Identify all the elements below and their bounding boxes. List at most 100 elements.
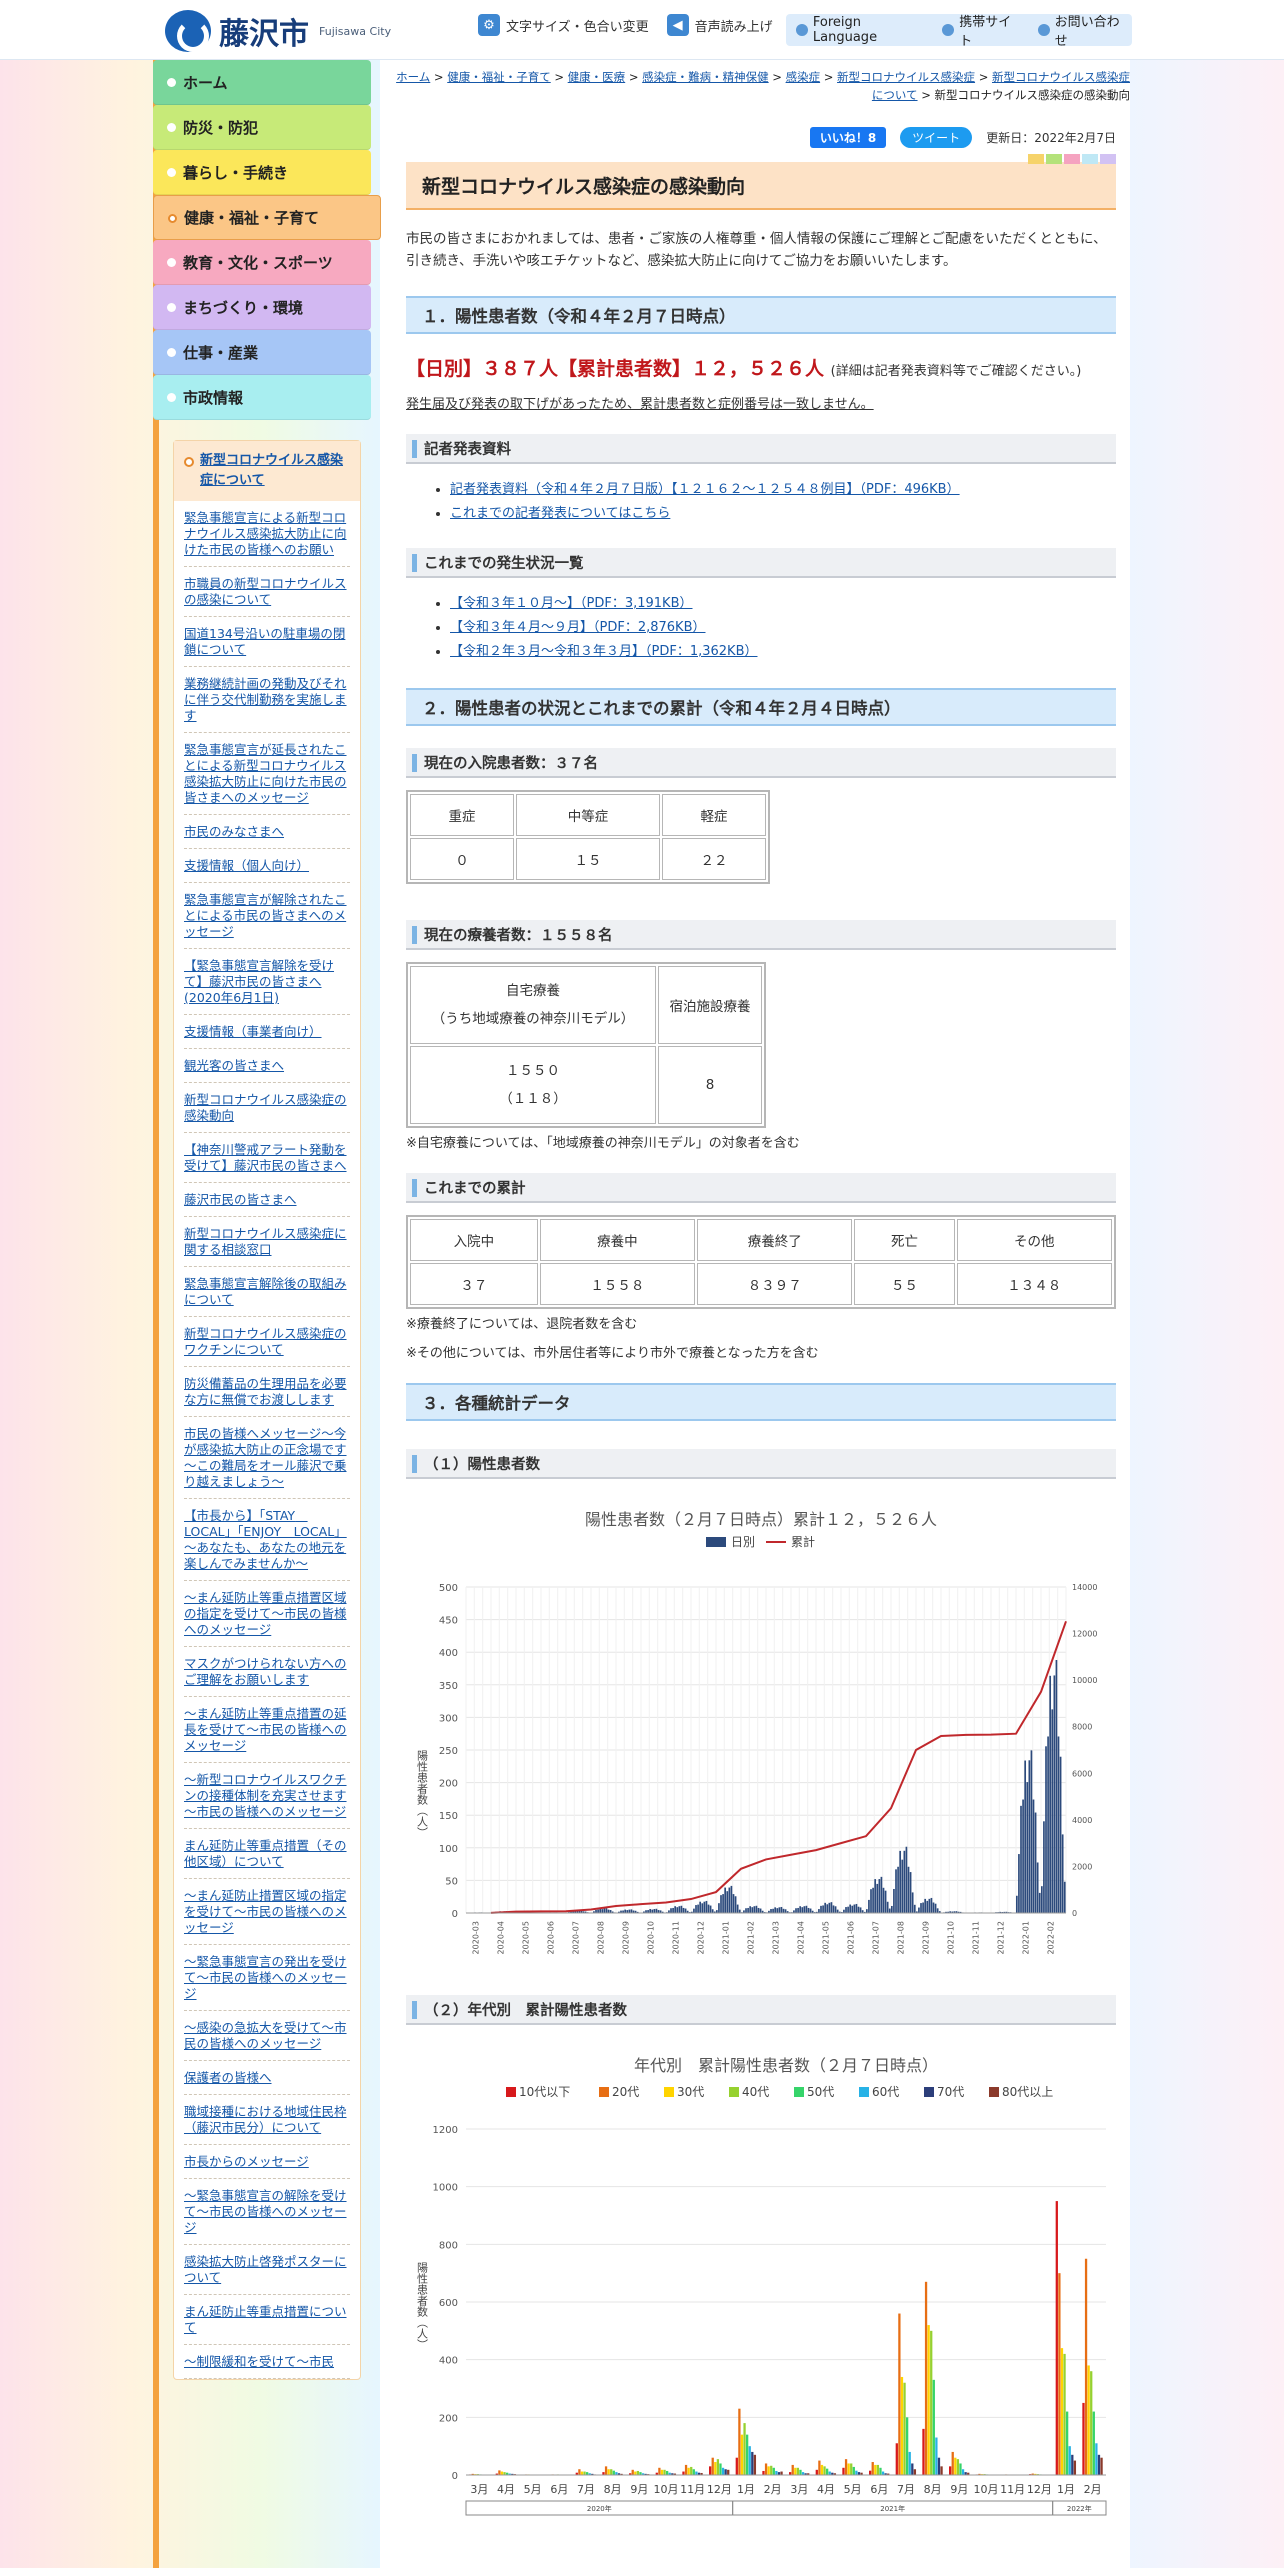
bar <box>498 2470 501 2475</box>
subnav-link[interactable]: 職域接種における地域住民枠（藤沢市民分）について <box>184 2095 350 2145</box>
bar-daily <box>1038 1892 1041 1913</box>
x-tick-label: 2022-02 <box>1047 1921 1056 1954</box>
bar-daily <box>782 1908 785 1913</box>
y-tick-label: 350 <box>439 1681 458 1692</box>
sidebar-nav-item[interactable]: 防災・防犯 <box>153 105 371 150</box>
sidebar-nav-item[interactable]: 教育・文化・スポーツ <box>153 240 371 285</box>
subnav-link[interactable]: まん延防止等重点措置（その他区域）について <box>184 1829 350 1879</box>
table-header: 宿泊施設療養 <box>658 966 762 1044</box>
y2-tick-label: 4000 <box>1072 1816 1092 1825</box>
sidebar-nav-item[interactable]: 健康・福祉・子育て <box>153 195 381 240</box>
y2-tick-label: 6000 <box>1072 1769 1092 1778</box>
table-row: ０ １５ ２２ <box>410 838 766 880</box>
text-size-color-button[interactable]: ⚙ 文字サイズ・色合い変更 <box>478 14 649 36</box>
subnav-link[interactable]: 防災備蓄品の生理用品を必要な方に無償でお渡しします <box>184 1367 350 1417</box>
bar-daily <box>909 1872 912 1913</box>
subnav-link[interactable]: ～まん延防止等重点措置の延長を受けて～市民の皆様へのメッセージ <box>184 1697 350 1763</box>
breadcrumb-link[interactable]: ホーム <box>396 70 430 84</box>
subnav-link[interactable]: ～まん延防止措置区域の指定を受けて～市民の皆様へのメッセージ <box>184 1879 350 1945</box>
past-press-link[interactable]: これまでの記者発表についてはこちら <box>450 506 670 521</box>
foreign-language-link[interactable]: Foreign Language <box>796 15 928 45</box>
bullet-icon <box>942 24 955 36</box>
read-aloud-button[interactable]: ◀ 音声読み上げ <box>666 14 773 36</box>
bar-daily <box>1043 1821 1045 1913</box>
bar-daily <box>776 1908 779 1913</box>
bar <box>796 2467 800 2475</box>
bar <box>1060 2348 1064 2475</box>
facebook-like-button[interactable]: いいね！8 <box>809 126 887 148</box>
bar-daily <box>868 1899 870 1913</box>
mobile-site-link[interactable]: 携帯サイト <box>942 11 1023 49</box>
subnav-title[interactable]: 新型コロナウイルス感染症について <box>174 441 360 501</box>
site-logo[interactable]: 藤沢市 Fujisawa City <box>165 8 391 54</box>
x-tick-label: 6月 <box>870 2483 888 2496</box>
contact-link[interactable]: お問い合わせ <box>1037 11 1132 49</box>
sidebar-nav-item[interactable]: 市政情報 <box>153 375 371 420</box>
table-cell: １５ <box>516 838 660 880</box>
history-link[interactable]: 【令和２年３月～令和３年３月】（PDF：1,362KB） <box>450 644 758 659</box>
subnav-link[interactable]: 市職員の新型コロナウイルスの感染について <box>184 567 350 617</box>
list-item: 【令和２年３月～令和３年３月】（PDF：1,362KB） <box>450 640 1116 664</box>
subnav-link[interactable]: 緊急事態宣言が解除されたことによる市民の皆さまへのメッセージ <box>184 883 350 949</box>
sidebar-nav-item[interactable]: 暮らし・手続き <box>153 150 371 195</box>
subnav-link[interactable]: まん延防止等重点措置について <box>184 2295 350 2345</box>
subnav-link[interactable]: 緊急事態宣言による新型コロナウイルス感染拡大防止に向けた市民の皆様へのお願い <box>184 501 350 567</box>
bar <box>871 2462 874 2475</box>
subnav-link[interactable]: 市長からのメッセージ <box>184 2145 350 2179</box>
bar <box>690 2466 693 2475</box>
press-release-link[interactable]: 記者発表資料（令和４年２月７日版）【１２１６２～１２５４８例目】（PDF：496… <box>450 482 960 497</box>
subnav-link[interactable]: 【緊急事態宣言解除を受けて】藤沢市民の皆さまへ(2020年6月1日) <box>184 949 350 1015</box>
table-cell: ８３９７ <box>697 1263 853 1305</box>
breadcrumb-link[interactable]: 感染症・難病・精神保健 <box>642 70 769 84</box>
legend-swatch <box>859 2087 869 2097</box>
sidebar-nav-item[interactable]: 仕事・産業 <box>153 330 371 375</box>
x-tick-label: 2021-04 <box>797 1921 806 1954</box>
legend-label: 30代 <box>677 2085 704 2099</box>
breadcrumb-link[interactable]: 健康・福祉・子育て <box>447 70 551 84</box>
history-link[interactable]: 【令和３年４月～９月】（PDF：2,876KB） <box>450 620 706 635</box>
bar <box>842 2467 845 2475</box>
subnav-link[interactable]: 藤沢市民の皆さまへ <box>184 1183 350 1217</box>
subnav-link[interactable]: 国道134号沿いの駐車場の閉鎖について <box>184 617 350 667</box>
subnav-link[interactable]: 業務継続計画の発動及びそれに伴う交代制勤務を実施します <box>184 667 350 733</box>
legend-swatch-daily <box>706 1537 726 1547</box>
bar <box>746 2434 749 2475</box>
subnav-title-link[interactable]: 新型コロナウイルス感染症について <box>200 453 343 488</box>
subnav-link[interactable]: ～感染の急拡大を受けて～市民の皆様へのメッセージ <box>184 2011 350 2061</box>
subnav-link[interactable]: 支援情報（個人向け） <box>184 849 350 883</box>
bar-daily <box>876 1883 879 1913</box>
subnav-link[interactable]: 新型コロナウイルス感染症に関する相談窓口 <box>184 1217 350 1267</box>
sidebar-nav-item[interactable]: まちづくり・環境 <box>153 285 371 330</box>
subnav-link[interactable]: 市民のみなさまへ <box>184 815 350 849</box>
breadcrumb-link[interactable]: 新型コロナウイルス感染症 <box>837 70 975 84</box>
subnav-link[interactable]: 市民の皆様へメッセージ～今が感染拡大防止の正念場です～この難局をオール藤沢で乗り… <box>184 1417 350 1499</box>
subnav-link[interactable]: 【市長から】「STAY LOCAL」「ENJOY LOCAL」～あなたも、あなた… <box>184 1499 350 1581</box>
bar <box>604 2466 608 2475</box>
subnav-link[interactable]: 新型コロナウイルス感染症のワクチンについて <box>184 1317 350 1367</box>
subnav-link[interactable]: ～緊急事態宣言の解除を受けて～市民の皆様へのメッセージ <box>184 2179 350 2245</box>
subnav-link[interactable]: 【神奈川警戒アラート発動を受けて】藤沢市民の皆さまへ <box>184 1133 350 1183</box>
history-link[interactable]: 【令和３年１０月～】（PDF：3,191KB） <box>450 596 693 611</box>
subnav-link[interactable]: 緊急事態宣言解除後の取組みについて <box>184 1267 350 1317</box>
subnav-link[interactable]: 緊急事態宣言が延長されたことによる新型コロナウイルス感染拡大防止に向けた市民の皆… <box>184 733 350 815</box>
bar <box>826 2468 829 2475</box>
subnav-link[interactable]: ～制限緩和を受けて～市民 <box>184 2345 350 2379</box>
subnav-link[interactable]: ～新型コロナウイルスワクチンの接種体制を充実させます～市民の皆様へのメッセージ <box>184 1763 350 1829</box>
subnav-link[interactable]: 観光客の皆さまへ <box>184 1049 350 1083</box>
breadcrumb-link[interactable]: 感染症 <box>786 70 821 84</box>
subnav-link[interactable]: マスクがつけられない方へのご理解をお願いします <box>184 1647 350 1697</box>
breadcrumb-link[interactable]: 健康・医療 <box>568 70 626 84</box>
subnav-link[interactable]: 新型コロナウイルス感染症の感染動向 <box>184 1083 350 1133</box>
subnav-link[interactable]: ～緊急事態宣言の発出を受けて～市民の皆様へのメッセージ <box>184 1945 350 2011</box>
subnav-link[interactable]: ～まん延防止等重点措置区域の指定を受けて～市民の皆様へのメッセージ <box>184 1581 350 1647</box>
subnav-link[interactable]: 支援情報（事業者向け） <box>184 1015 350 1049</box>
y-tick-label: 50 <box>445 1876 458 1887</box>
bar <box>898 2313 901 2475</box>
bar-daily <box>1041 1886 1043 1913</box>
section-heading-2: ２．陽性患者の状況とこれまでの累計（令和４年２月４日時点） <box>406 688 1116 726</box>
subnav-link[interactable]: 感染拡大防止啓発ポスターについて <box>184 2245 350 2295</box>
bar-daily <box>1057 1736 1060 1913</box>
tweet-button[interactable]: ツイート <box>900 126 973 148</box>
sidebar-nav-item[interactable]: ホーム <box>153 60 371 105</box>
subnav-link[interactable]: 保護者の皆様へ <box>184 2061 350 2095</box>
